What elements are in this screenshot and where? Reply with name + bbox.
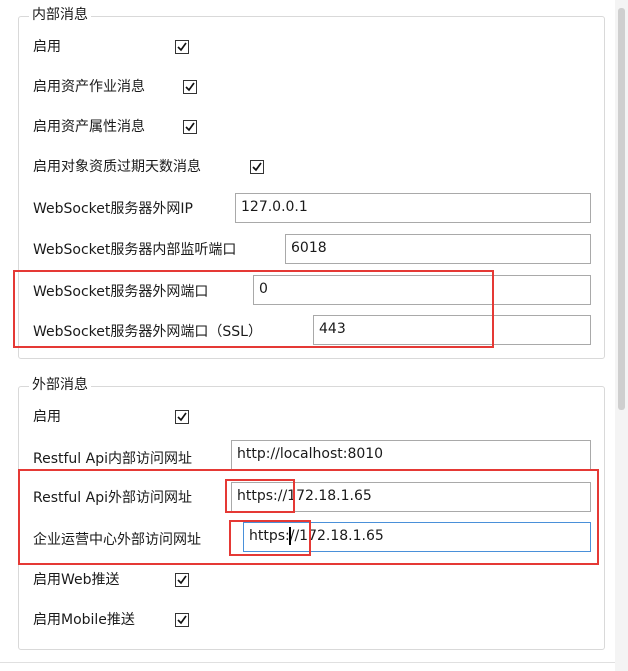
- expire-days-label: 启用对象资质过期天数消息: [33, 159, 201, 175]
- checkmark-icon: [177, 42, 187, 52]
- expire-days-checkbox[interactable]: [250, 160, 264, 174]
- asset-job-label: 启用资产作业消息: [33, 79, 145, 95]
- restful-external-label: Restful Api外部访问网址: [33, 490, 192, 506]
- checkmark-icon: [177, 615, 187, 625]
- internal-enable-checkbox[interactable]: [175, 40, 189, 54]
- internal-enable-label: 启用: [33, 39, 61, 55]
- external-messages-legend: 外部消息: [29, 376, 91, 394]
- mobile-push-checkbox[interactable]: [175, 613, 189, 627]
- restful-internal-label: Restful Api内部访问网址: [33, 451, 192, 467]
- checkmark-icon: [185, 82, 195, 92]
- checkmark-icon: [252, 162, 262, 172]
- ws-external-ssl-input[interactable]: 443: [313, 315, 591, 345]
- external-enable-checkbox[interactable]: [175, 410, 189, 424]
- checkmark-icon: [185, 122, 195, 132]
- web-push-checkbox[interactable]: [175, 573, 189, 587]
- internal-messages-legend: 内部消息: [29, 6, 91, 24]
- asset-attr-checkbox[interactable]: [183, 120, 197, 134]
- mobile-push-label: 启用Mobile推送: [33, 612, 135, 628]
- bottom-divider: [0, 662, 615, 663]
- ws-ip-input[interactable]: 127.0.0.1: [235, 193, 591, 223]
- ops-center-label: 企业运营中心外部访问网址: [33, 532, 201, 548]
- ws-external-port-input[interactable]: 0: [253, 275, 591, 305]
- external-enable-label: 启用: [33, 409, 61, 425]
- text-caret: [289, 527, 291, 545]
- ws-external-port-label: WebSocket服务器外网端口: [33, 284, 209, 300]
- asset-job-checkbox[interactable]: [183, 80, 197, 94]
- scrollbar-thumb[interactable]: [618, 8, 625, 410]
- checkmark-icon: [177, 575, 187, 585]
- external-messages-group: 外部消息 启用 Restful Api内部访问网址 http://localho…: [18, 376, 605, 650]
- restful-internal-input[interactable]: http://localhost:8010: [231, 440, 591, 470]
- ws-internal-port-input[interactable]: 6018: [285, 234, 591, 264]
- internal-messages-group: 内部消息 启用 启用资产作业消息 启用资产属性消息 启用对象资质过期天数消息 W…: [18, 6, 605, 359]
- ops-center-input[interactable]: https://172.18.1.65: [243, 522, 591, 552]
- ws-internal-port-label: WebSocket服务器内部监听端口: [33, 242, 237, 258]
- ws-ip-label: WebSocket服务器外网IP: [33, 201, 193, 217]
- checkmark-icon: [177, 412, 187, 422]
- vertical-scrollbar[interactable]: [615, 0, 628, 671]
- ws-external-ssl-label: WebSocket服务器外网端口（SSL）: [33, 324, 262, 340]
- web-push-label: 启用Web推送: [33, 572, 120, 588]
- restful-external-input[interactable]: https://172.18.1.65: [231, 482, 591, 512]
- asset-attr-label: 启用资产属性消息: [33, 119, 145, 135]
